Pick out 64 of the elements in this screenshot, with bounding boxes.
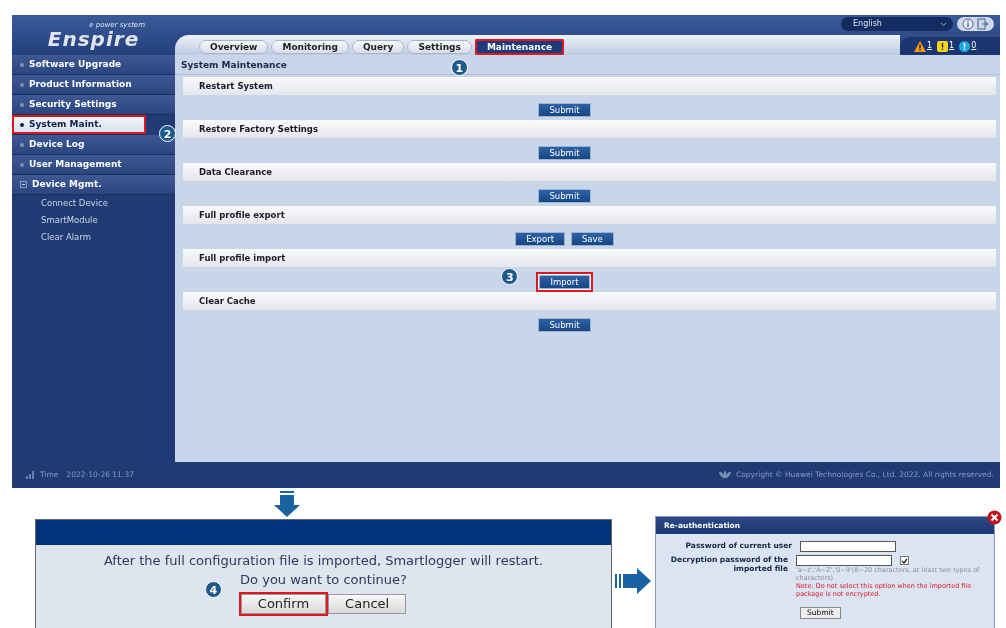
close-icon[interactable] bbox=[987, 510, 1002, 525]
action-button[interactable]: Submit bbox=[538, 317, 591, 332]
sidebar-item[interactable]: Device Mgmt. bbox=[12, 175, 175, 195]
section-header: Restore Factory Settings bbox=[183, 120, 996, 138]
warning-triangle-icon[interactable] bbox=[914, 40, 926, 52]
section-header: Data Clearance bbox=[183, 163, 996, 181]
sidebar-label: Device Mgmt. bbox=[32, 177, 102, 191]
bullet-icon bbox=[20, 102, 24, 107]
down-arrow-icon bbox=[272, 490, 302, 517]
sidebar-item[interactable]: Software Upgrade bbox=[12, 55, 175, 75]
bullet-icon bbox=[20, 62, 24, 67]
sidebar-label: Security Settings bbox=[29, 97, 117, 111]
tab[interactable]: Query bbox=[351, 40, 405, 54]
sidebar-subitem[interactable]: SmartModule bbox=[12, 212, 175, 229]
sidebar-label: Device Log bbox=[29, 137, 85, 151]
section-header: Clear Cache bbox=[183, 292, 996, 310]
sidebar-label: System Maint. bbox=[29, 117, 102, 131]
sidebar-item[interactable]: System Maint. bbox=[12, 115, 146, 135]
section-header: Full profile export bbox=[183, 206, 996, 224]
right-arrow-icon bbox=[615, 567, 651, 594]
logout-icon[interactable] bbox=[977, 18, 989, 30]
alert-square-icon[interactable] bbox=[937, 40, 949, 52]
bullet-icon bbox=[20, 122, 24, 127]
dialog-button[interactable]: Confirm bbox=[240, 594, 327, 614]
caret-icon[interactable] bbox=[940, 21, 947, 27]
sidebar-item[interactable]: Product Information bbox=[12, 75, 175, 95]
section-header: Full profile import bbox=[183, 249, 996, 267]
action-button[interactable]: Submit bbox=[538, 145, 591, 160]
sidebar-subitem[interactable]: Connect Device bbox=[12, 195, 175, 212]
alert-circle-icon[interactable] bbox=[959, 40, 971, 52]
callout-marker: 4 bbox=[204, 581, 222, 598]
callout-marker: 3 bbox=[501, 267, 519, 285]
section-header: Restart System bbox=[183, 77, 996, 95]
bullet-icon bbox=[20, 142, 24, 147]
bullet-icon bbox=[20, 162, 24, 167]
sidebar-item[interactable]: Security Settings bbox=[12, 95, 175, 115]
alarm-count[interactable]: 1 bbox=[949, 40, 955, 52]
sidebar-label: User Management bbox=[29, 157, 122, 171]
collapse-icon[interactable] bbox=[20, 181, 27, 188]
sidebar-item[interactable]: User Management bbox=[12, 155, 175, 175]
tab[interactable]: Settings bbox=[407, 40, 472, 54]
signal-icon bbox=[26, 471, 36, 479]
action-button[interactable]: Save bbox=[570, 231, 614, 246]
action-button[interactable]: Import bbox=[539, 274, 590, 289]
password-field[interactable] bbox=[796, 555, 892, 566]
tab[interactable]: Overview bbox=[199, 40, 269, 54]
info-icon[interactable] bbox=[962, 18, 974, 30]
action-button[interactable]: Submit bbox=[538, 188, 591, 203]
tab[interactable]: Monitoring bbox=[271, 40, 349, 54]
alarm-count[interactable]: 0 bbox=[971, 40, 977, 52]
sidebar-label: Product Information bbox=[29, 77, 132, 91]
password-field[interactable] bbox=[800, 541, 896, 552]
flower-logo-icon bbox=[718, 470, 733, 480]
logo: Enspire bbox=[47, 29, 140, 49]
checkbox[interactable] bbox=[900, 556, 909, 565]
bullet-icon bbox=[20, 82, 24, 87]
sidebar-subitem[interactable]: Clear Alarm bbox=[12, 229, 175, 246]
action-button[interactable]: Export bbox=[515, 231, 565, 246]
tab[interactable]: Maintenance bbox=[474, 39, 565, 55]
dialog-button[interactable]: Cancel bbox=[328, 594, 407, 614]
action-button[interactable]: Submit bbox=[538, 102, 591, 117]
sidebar-label: Software Upgrade bbox=[29, 57, 122, 71]
language-select[interactable]: English bbox=[841, 17, 953, 31]
alarm-count[interactable]: 1 bbox=[927, 40, 933, 52]
